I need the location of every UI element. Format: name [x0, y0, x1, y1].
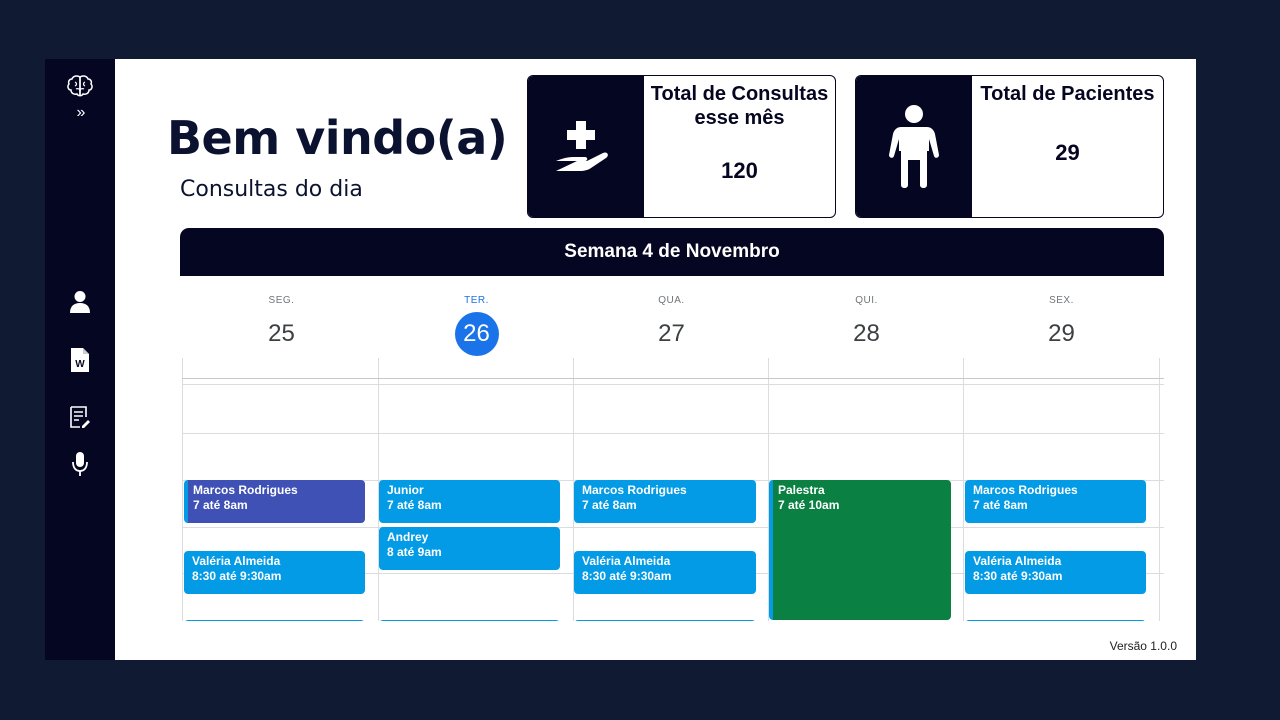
svg-text:W: W [75, 359, 85, 370]
event-title: Marcos Rodrigues [973, 483, 1078, 497]
day-of-week: QUI. [855, 295, 878, 306]
event-time: 7 até 10am [778, 498, 840, 512]
event-time: 8:30 até 9:30am [192, 569, 282, 583]
event-title: Palestra [778, 483, 825, 497]
event-title: Marcos Rodrigues [582, 483, 687, 497]
grid-line [182, 384, 1164, 385]
sidebar: » W [45, 59, 115, 660]
app-window: » W Bem vindo(a) Consultas do dia Total … [45, 59, 1196, 660]
day-header-tue[interactable]: TER. 26 [379, 276, 574, 356]
calendar-week-title: Semana 4 de Novembro [180, 228, 1164, 276]
brain-icon[interactable] [67, 73, 93, 99]
event-marcos-wed[interactable]: Marcos Rodrigues 7 até 8am [574, 480, 756, 523]
consultas-value: 120 [721, 158, 758, 183]
event-valeria-fri[interactable]: Valéria Almeida 8:30 até 9:30am [965, 551, 1146, 594]
event-time: 8 até 9am [387, 545, 442, 559]
page-subtitle: Consultas do dia [180, 177, 363, 202]
pacientes-label: Total de Pacientes [980, 83, 1155, 105]
day-header-mon[interactable]: SEG. 25 [184, 276, 379, 356]
event-title: Valéria Almeida [973, 554, 1062, 568]
event-title: Marcos Rodrigues [193, 483, 298, 497]
day-header-fri[interactable]: SEX. 29 [964, 276, 1159, 356]
event-time: 7 até 8am [387, 498, 442, 512]
event-marcos-fri[interactable]: Marcos Rodrigues 7 até 8am [965, 480, 1146, 523]
grid-line [182, 358, 183, 621]
total-pacientes-card: Total de Pacientes 29 [855, 75, 1164, 218]
day-of-week: SEX. [1049, 295, 1074, 306]
day-header-wed[interactable]: QUA. 27 [574, 276, 769, 356]
day-number: 25 [268, 320, 295, 347]
event-time: 7 até 8am [973, 498, 1028, 512]
day-header-thu[interactable]: QUI. 28 [769, 276, 964, 356]
welcome-title: Bem vindo(a) [167, 111, 508, 165]
grid-line [182, 378, 1164, 379]
grid-line [1159, 358, 1160, 621]
pacientes-value: 29 [1055, 140, 1080, 165]
event-time: 8:30 até 9:30am [973, 569, 1063, 583]
event-title: Valéria Almeida [582, 554, 671, 568]
event-title: Andrey [387, 530, 429, 544]
total-consultas-card: Total de Consultas esse mês 120 [527, 75, 836, 218]
expand-sidebar-button[interactable]: » [74, 103, 88, 123]
event-marcos-mon[interactable]: Marcos Rodrigues 7 até 8am [184, 480, 365, 523]
event-valeria-wed[interactable]: Valéria Almeida 8:30 até 9:30am [574, 551, 756, 594]
event-time: 7 até 8am [582, 498, 637, 512]
event-title: Valéria Almeida [192, 554, 281, 568]
edit-notes-icon[interactable] [67, 404, 93, 430]
day-of-week: QUA. [658, 295, 685, 306]
grid-line [963, 358, 964, 621]
grid-line [182, 433, 1164, 434]
event-partial-fri[interactable] [965, 620, 1146, 621]
day-number-today: 26 [454, 312, 499, 356]
grid-line [182, 527, 1164, 528]
version-label: Versão 1.0.0 [1109, 639, 1177, 653]
consultas-label-line1: Total de Consultas [650, 83, 829, 105]
person-box [856, 76, 972, 217]
consultas-label: Total de Consultas esse mês [644, 82, 835, 130]
event-time: 8:30 até 9:30am [582, 569, 672, 583]
event-partial-wed[interactable] [574, 620, 756, 621]
event-partial-mon[interactable] [184, 620, 365, 621]
word-document-icon[interactable]: W [67, 347, 93, 373]
day-of-week: SEG. [268, 295, 295, 306]
event-valeria-mon[interactable]: Valéria Almeida 8:30 até 9:30am [184, 551, 365, 594]
week-calendar: SEG. 25 TER. 26 QUA. 27 QUI. 28 SEX. 29 [180, 276, 1164, 621]
event-time: 7 até 8am [193, 498, 248, 512]
day-of-week: TER. [464, 295, 489, 306]
medical-hand-icon [556, 120, 608, 171]
event-andrey-tue[interactable]: Andrey 8 até 9am [379, 527, 560, 570]
event-partial-tue[interactable] [379, 620, 560, 621]
user-icon[interactable] [67, 289, 93, 315]
day-number: 29 [1048, 320, 1075, 347]
consultas-label-line2: esse mês [694, 107, 785, 129]
microphone-icon[interactable] [67, 451, 93, 477]
person-icon [889, 104, 939, 188]
day-number: 27 [658, 320, 685, 347]
event-palestra-thu[interactable]: Palestra 7 até 10am [769, 480, 951, 620]
day-number: 28 [853, 320, 880, 347]
medical-hand-box [528, 76, 644, 217]
event-junior-tue[interactable]: Junior 7 até 8am [379, 480, 560, 523]
event-title: Junior [387, 483, 424, 497]
